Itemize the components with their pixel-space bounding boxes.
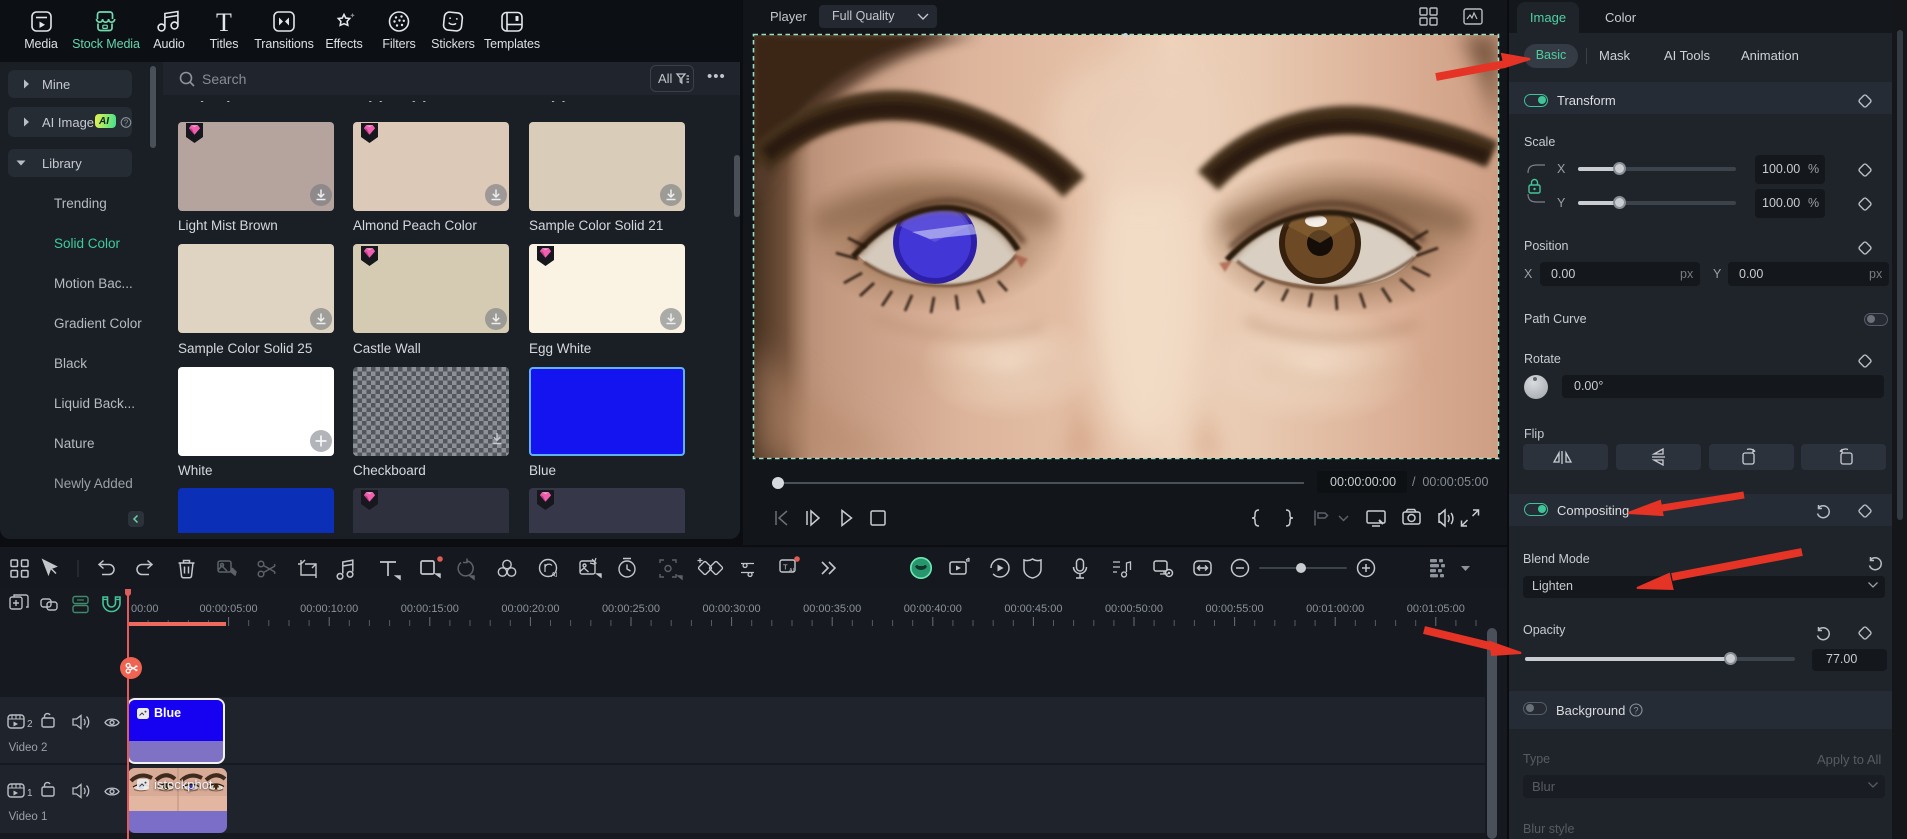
svg-text:00:00:25:00: 00:00:25:00 xyxy=(602,603,660,615)
svg-text:00:00:05:00: 00:00:05:00 xyxy=(200,603,258,615)
svg-text:2: 2 xyxy=(27,719,33,730)
svg-text:00:00:15:00: 00:00:15:00 xyxy=(401,603,459,615)
svg-text:00:00:50:00: 00:00:50:00 xyxy=(1105,603,1163,615)
svg-text:1: 1 xyxy=(27,788,33,799)
svg-text:00:00:40:00: 00:00:40:00 xyxy=(904,603,962,615)
svg-text:00:00:55:00: 00:00:55:00 xyxy=(1206,603,1264,615)
svg-text:T: T xyxy=(783,563,788,572)
svg-text:T: T xyxy=(216,8,232,37)
svg-text:00:00:10:00: 00:00:10:00 xyxy=(300,603,358,615)
svg-text:00:01:05:00: 00:01:05:00 xyxy=(1407,603,1465,615)
svg-text:00:00:30:00: 00:00:30:00 xyxy=(703,603,761,615)
svg-text:Video 2: Video 2 xyxy=(9,742,48,754)
svg-text:00:00:20:00: 00:00:20:00 xyxy=(501,603,559,615)
svg-text:00:00:45:00: 00:00:45:00 xyxy=(1004,603,1062,615)
svg-text:AI: AI xyxy=(551,572,558,579)
svg-text:00:00: 00:00 xyxy=(131,603,159,615)
svg-text:?: ? xyxy=(124,119,129,128)
svg-text:00:01:00:00: 00:01:00:00 xyxy=(1306,603,1364,615)
svg-text:?: ? xyxy=(1633,705,1638,715)
svg-text:Video 1: Video 1 xyxy=(9,811,48,823)
svg-text:00:00:35:00: 00:00:35:00 xyxy=(803,603,861,615)
svg-text:AI: AI xyxy=(789,568,795,574)
